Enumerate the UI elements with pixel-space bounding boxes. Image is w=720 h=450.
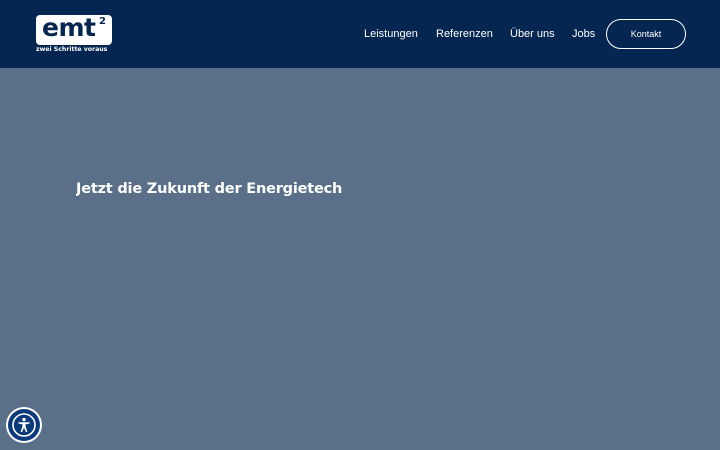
main-nav: Leistungen Referenzen Über uns Jobs Kont… [0,0,720,68]
hero-title: Jetzt die Zukunft der Energietech [76,181,343,197]
nav-item-ueber-uns[interactable]: Über uns [510,27,555,41]
accessibility-icon [12,413,36,437]
nav-item-leistungen[interactable]: Leistungen [364,27,418,41]
nav-item-jobs[interactable]: Jobs [572,27,595,41]
nav-item-referenzen[interactable]: Referenzen [436,27,493,41]
site-header: emt 2 zwei Schritte voraus Leistungen Re… [0,0,720,68]
contact-button[interactable]: Kontakt [606,19,686,49]
hero-title-wrapper: Jetzt die Zukunft der Energietech [76,178,352,200]
accessibility-button[interactable] [8,409,40,441]
hero-section: Jetzt die Zukunft der Energietech [0,68,720,450]
